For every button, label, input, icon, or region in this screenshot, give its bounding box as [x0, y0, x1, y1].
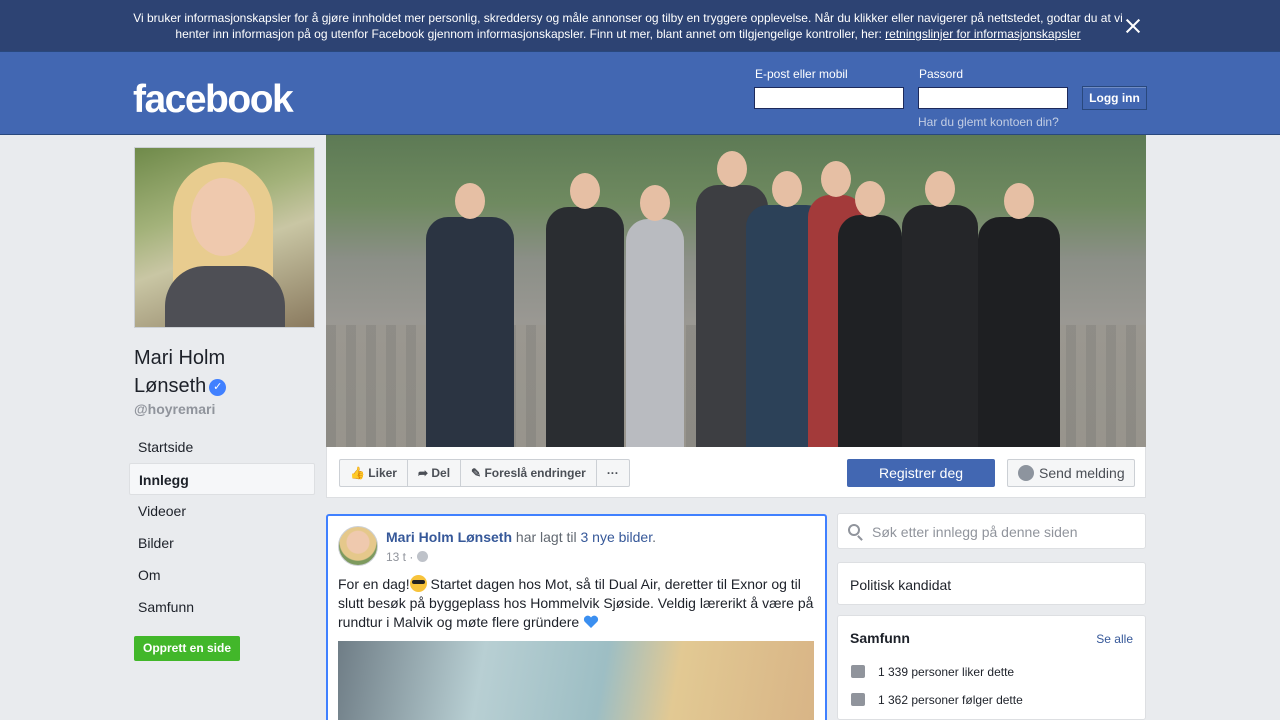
action-button-group: 👍 Liker ➦ Del ✎ Foreslå endringer ···	[339, 459, 630, 487]
page-category[interactable]: Politisk kandidat	[850, 577, 951, 593]
cover-person-head	[1004, 183, 1034, 219]
page-handle[interactable]: @hoyremari	[134, 401, 215, 417]
top-header: facebook E-post eller mobil Passord Logg…	[0, 52, 1280, 135]
suggest-edits-button[interactable]: ✎ Foreslå endringer	[461, 460, 597, 486]
post-header: Mari Holm Lønseth har lagt til 3 nye bil…	[386, 529, 656, 545]
cover-person-head	[570, 173, 600, 209]
post-image[interactable]	[338, 641, 814, 720]
like-button[interactable]: 👍 Liker	[340, 460, 408, 486]
post-avatar[interactable]	[338, 526, 378, 566]
sunglasses-emoji-icon	[409, 575, 427, 592]
community-card: Samfunn Se alle 1 339 personer liker det…	[837, 615, 1146, 720]
pencil-icon: ✎	[471, 466, 485, 480]
page-title-surname: Lønseth	[134, 375, 207, 397]
cover-person	[546, 173, 624, 447]
cover-person	[838, 181, 902, 447]
register-button[interactable]: Registrer deg	[847, 459, 995, 487]
messenger-icon	[1018, 465, 1034, 481]
cookie-banner: Vi bruker informasjonskapsler for å gjør…	[0, 0, 1280, 52]
blue-heart-icon	[584, 615, 599, 628]
create-page-button[interactable]: Opprett en side	[134, 636, 240, 661]
nav-item-innlegg[interactable]: Innlegg	[129, 463, 315, 495]
cover-person-head	[772, 171, 802, 207]
nav-item-om[interactable]: Om	[129, 559, 315, 591]
facebook-logo[interactable]: facebook	[133, 78, 294, 122]
page-post-search	[837, 513, 1146, 549]
followers-count: 1 362 personer følger dette	[878, 693, 1023, 707]
likes-count: 1 339 personer liker dette	[878, 665, 1015, 679]
cover-person-head	[640, 185, 670, 221]
share-arrow-icon: ➦	[417, 466, 432, 480]
post-time: 13 t ·	[386, 550, 417, 564]
password-field[interactable]	[918, 87, 1068, 109]
email-label: E-post eller mobil	[755, 67, 848, 81]
cover-person-head	[855, 181, 885, 217]
cover-person-head	[925, 171, 955, 207]
cover-person-head	[717, 151, 747, 187]
password-label: Passord	[919, 67, 964, 81]
more-options-button[interactable]: ···	[597, 460, 629, 486]
cover-photo[interactable]	[326, 135, 1146, 447]
profile-body	[165, 266, 285, 327]
send-message-label: Send melding	[1039, 465, 1125, 481]
cover-person	[902, 171, 978, 447]
post-period: .	[652, 529, 656, 545]
email-field[interactable]	[754, 87, 904, 109]
nav-item-samfunn[interactable]: Samfunn	[129, 591, 315, 623]
like-label: Liker	[368, 466, 397, 480]
post-text: For en dag! Startet dagen hos Mot, så ti…	[338, 575, 818, 632]
category-card: Politisk kandidat	[837, 562, 1146, 605]
search-icon	[848, 524, 860, 536]
verified-icon: ✓	[209, 379, 227, 396]
forgot-account-link[interactable]: Har du glemt kontoen din?	[918, 115, 1059, 129]
search-input[interactable]	[872, 522, 1132, 542]
cover-person-head	[821, 161, 851, 197]
cover-person	[978, 183, 1060, 447]
post-author-link[interactable]: Mari Holm Lønseth	[386, 529, 512, 545]
close-icon[interactable]	[1122, 15, 1144, 37]
login-button[interactable]: Logg inn	[1082, 86, 1147, 110]
cover-person-head	[455, 183, 485, 219]
rss-follow-icon	[851, 693, 865, 706]
globe-icon	[416, 551, 428, 562]
profile-picture[interactable]	[134, 147, 315, 328]
post-text-part1: For en dag!	[338, 576, 410, 592]
nav-item-startside[interactable]: Startside	[129, 431, 315, 463]
cookie-policy-link[interactable]: retningslinjer for informasjonskapsler	[885, 27, 1080, 41]
page-title[interactable]: Mari Holm Lønseth ✓	[134, 344, 304, 400]
post-photos-link[interactable]: 3 nye bilder	[581, 529, 653, 545]
see-all-link[interactable]: Se alle	[1096, 632, 1133, 646]
share-label: Del	[431, 466, 451, 480]
page-title-line2: Lønseth ✓	[134, 372, 304, 400]
cover-person	[426, 183, 514, 447]
nav-item-bilder[interactable]: Bilder	[129, 527, 315, 559]
share-button[interactable]: ➦ Del	[408, 460, 462, 486]
nav-item-videoer[interactable]: Videoer	[129, 495, 315, 527]
page-action-bar: 👍 Liker ➦ Del ✎ Foreslå endringer ··· Re…	[326, 447, 1146, 498]
post-timestamp[interactable]: 13 t ·	[386, 550, 428, 564]
cover-person	[626, 185, 684, 447]
page-nav: Startside Innlegg Videoer Bilder Om Samf…	[129, 431, 315, 623]
suggest-label: Foreslå endringer	[484, 466, 586, 480]
post-action-text: har lagt til	[512, 529, 581, 545]
send-message-button[interactable]: Send melding	[1007, 459, 1135, 487]
profile-face	[191, 178, 255, 256]
thumbs-up-icon	[851, 665, 865, 678]
thumbs-up-icon: 👍	[350, 466, 369, 480]
cookie-banner-text: Vi bruker informasjonskapsler for å gjør…	[130, 10, 1126, 42]
community-title: Samfunn	[850, 630, 910, 646]
page-title-line1: Mari Holm	[134, 347, 226, 369]
post-card: Mari Holm Lønseth har lagt til 3 nye bil…	[326, 514, 827, 720]
